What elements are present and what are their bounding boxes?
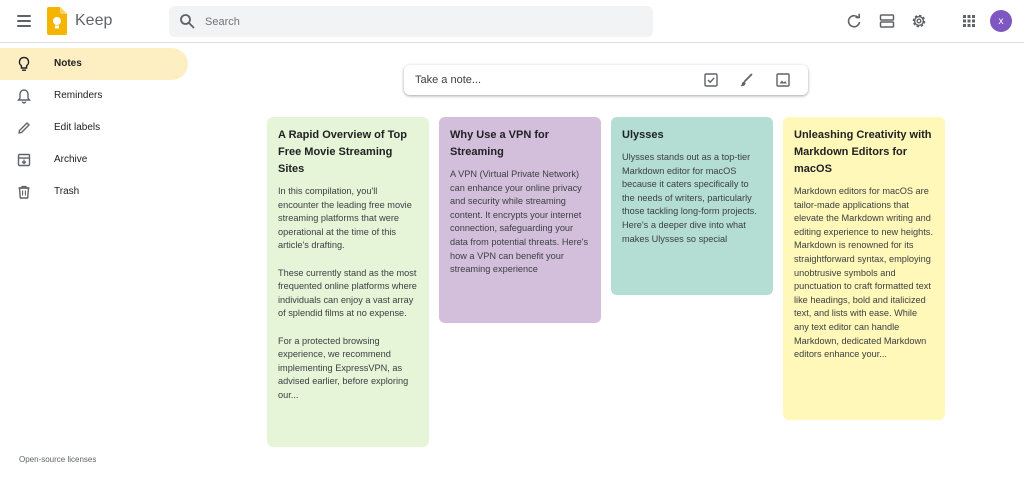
image-icon[interactable] bbox=[775, 72, 791, 88]
note-card[interactable]: Ulysses Ulysses stands out as a top-tier… bbox=[611, 117, 773, 295]
search-bar[interactable] bbox=[169, 6, 653, 37]
search-input[interactable] bbox=[205, 6, 635, 37]
sidebar-item-label: Edit labels bbox=[54, 122, 101, 133]
sidebar-item-label: Trash bbox=[54, 186, 80, 197]
open-source-licenses-link[interactable]: Open-source licenses bbox=[19, 455, 96, 464]
menu-icon[interactable] bbox=[14, 11, 34, 31]
note-title: Unleashing Creativity with Markdown Edit… bbox=[794, 129, 932, 175]
brush-icon[interactable] bbox=[738, 72, 754, 88]
archive-icon bbox=[17, 153, 31, 167]
search-icon[interactable] bbox=[179, 13, 195, 29]
trash-icon bbox=[18, 185, 30, 199]
avatar[interactable]: x bbox=[990, 10, 1012, 32]
lightbulb-icon bbox=[18, 56, 30, 71]
pencil-icon bbox=[18, 122, 30, 134]
take-note-bar[interactable] bbox=[404, 65, 808, 95]
note-card[interactable]: A Rapid Overview of Top Free Movie Strea… bbox=[267, 117, 429, 447]
sidebar-item-notes[interactable]: Notes bbox=[0, 48, 188, 80]
sidebar-item-reminders[interactable]: Reminders bbox=[0, 80, 188, 112]
sidebar-item-edit-labels[interactable]: Edit labels bbox=[0, 112, 188, 144]
note-body: Ulysses stands out as a top-tier Markdow… bbox=[622, 152, 757, 244]
note-body: In this compilation, you'll encounter th… bbox=[278, 186, 417, 400]
apps-icon[interactable] bbox=[959, 11, 979, 31]
sidebar-item-archive[interactable]: Archive bbox=[0, 144, 188, 176]
sidebar-item-trash[interactable]: Trash bbox=[0, 176, 188, 208]
note-title: A Rapid Overview of Top Free Movie Strea… bbox=[278, 129, 407, 175]
note-body: A VPN (Virtual Private Network) can enha… bbox=[450, 169, 589, 275]
keep-logo[interactable] bbox=[47, 7, 67, 35]
note-card[interactable]: Why Use a VPN for Streaming A VPN (Virtu… bbox=[439, 117, 601, 323]
checkbox-icon[interactable] bbox=[703, 72, 719, 88]
settings-icon[interactable] bbox=[909, 11, 929, 31]
note-title: Why Use a VPN for Streaming bbox=[450, 129, 550, 158]
sidebar-item-label: Reminders bbox=[54, 90, 103, 101]
app-title[interactable]: Keep bbox=[75, 12, 112, 30]
refresh-icon[interactable] bbox=[844, 11, 864, 31]
sidebar-item-label: Archive bbox=[54, 154, 88, 165]
note-body: Markdown editors for macOS are tailor-ma… bbox=[794, 186, 933, 360]
take-note-input[interactable] bbox=[415, 65, 685, 95]
note-title: Ulysses bbox=[622, 129, 664, 141]
list-view-icon[interactable] bbox=[877, 11, 897, 31]
bell-icon bbox=[17, 89, 31, 104]
top-app-bar: Keep x bbox=[0, 0, 1024, 43]
note-card[interactable]: Unleashing Creativity with Markdown Edit… bbox=[783, 117, 945, 420]
sidebar-item-label: Notes bbox=[54, 58, 82, 69]
